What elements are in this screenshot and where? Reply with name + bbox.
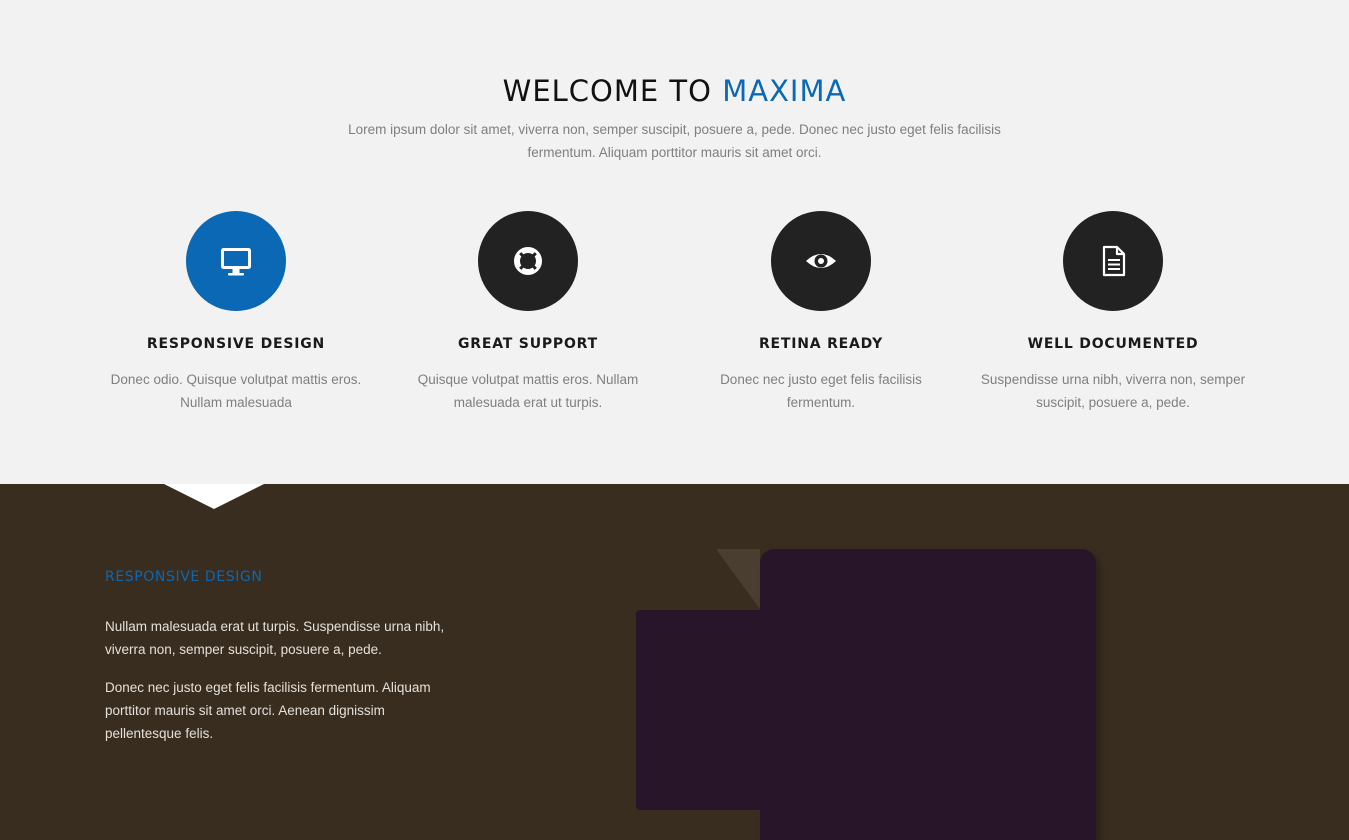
- feature-text: Suspendisse urna nibh, viverra non, semp…: [980, 372, 1246, 410]
- life-ring-icon: [514, 247, 542, 275]
- feature-text: Donec odio. Quisque volutpat mattis eros…: [110, 372, 362, 410]
- feature-well-documented[interactable]: WELL DOCUMENTED Suspendisse urna nibh, v…: [978, 211, 1248, 414]
- welcome-title-brand: MAXIMA: [722, 74, 847, 108]
- device-illustration-corner: [716, 549, 760, 609]
- welcome-title-prefix: WELCOME TO: [502, 74, 723, 108]
- feature-title: WELL DOCUMENTED: [1027, 336, 1199, 352]
- feature-title: RESPONSIVE DESIGN: [146, 336, 326, 352]
- feature-great-support[interactable]: GREAT SUPPORT Quisque volutpat mattis er…: [393, 211, 663, 414]
- detail-paragraph: Nullam malesuada erat ut turpis. Suspend…: [105, 619, 445, 657]
- feature-title: RETINA READY: [758, 336, 884, 352]
- device-illustration-phone: [636, 610, 796, 810]
- detail-heading: RESPONSIVE DESIGN: [105, 569, 263, 585]
- device-illustration-tablet: [760, 549, 1096, 840]
- detail-paragraph: Donec nec justo eget felis facilisis fer…: [105, 680, 431, 741]
- welcome-section: WELCOME TO MAXIMA Lorem ipsum dolor sit …: [0, 0, 1349, 484]
- feature-title: GREAT SUPPORT: [458, 336, 598, 352]
- monitor-icon: [221, 248, 251, 276]
- feature-text: Donec nec justo eget felis facilisis fer…: [720, 372, 922, 410]
- feature-responsive-design[interactable]: RESPONSIVE DESIGN Donec odio. Quisque vo…: [101, 211, 371, 414]
- document-icon: [1102, 245, 1126, 277]
- eye-icon: [806, 254, 836, 268]
- welcome-title: WELCOME TO MAXIMA: [0, 72, 1349, 110]
- active-feature-pointer: [164, 484, 264, 509]
- feature-icon-circle[interactable]: [1063, 211, 1163, 311]
- feature-retina-ready[interactable]: RETINA READY Donec nec justo eget felis …: [686, 211, 956, 414]
- welcome-description: Lorem ipsum dolor sit amet, viverra non,…: [348, 122, 1001, 160]
- feature-icon-circle[interactable]: [186, 211, 286, 311]
- feature-icon-circle[interactable]: [478, 211, 578, 311]
- feature-icon-circle[interactable]: [771, 211, 871, 311]
- feature-text: Quisque volutpat mattis eros. Nullam mal…: [417, 372, 639, 410]
- feature-detail-section: RESPONSIVE DESIGN Nullam malesuada erat …: [0, 484, 1349, 840]
